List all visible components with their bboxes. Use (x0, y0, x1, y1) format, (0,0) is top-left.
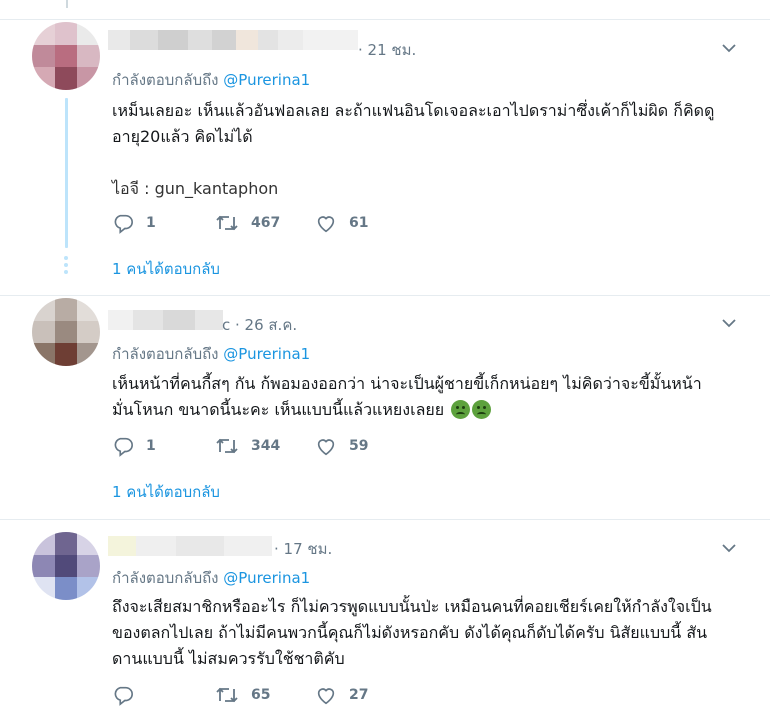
replying-to: กำลังตอบกลับถึง @Purerina1 (112, 342, 310, 366)
avatar-pixel (77, 44, 100, 68)
avatar-pixel (54, 44, 78, 68)
reply-icon (114, 214, 133, 234)
avatar-pixel (77, 532, 100, 555)
tweet-text-line: เห็นหน้าที่คนกี้สๆ กัน ก้พอมองออกว่า น่า… (112, 374, 702, 393)
show-replies-link[interactable]: 1 คนได้ตอบกลับ (112, 257, 220, 281)
tweet[interactable]: · 17 ชม. กำลังตอบกลับถึง @Purerina1 ถึงจ… (0, 520, 770, 706)
like-count: 61 (349, 215, 369, 231)
retweet-button[interactable]: 467 (215, 212, 280, 234)
retweet-count: 344 (251, 438, 281, 454)
chevron-down-icon[interactable] (722, 41, 736, 55)
timestamp[interactable]: · 17 ชม. (274, 537, 332, 561)
avatar-pixel (77, 67, 100, 90)
replying-prefix: กำลังตอบกลับถึง (112, 345, 219, 363)
tweet-text-line (112, 150, 742, 176)
like-icon (317, 688, 335, 705)
replying-to: กำลังตอบกลับถึง @Purerina1 (112, 68, 310, 92)
tweet-text-line-content: มั่นโหนก ขนาดนี้นะคะ เห็นแบบนี้แล้วแหยงเ… (112, 400, 445, 419)
replying-prefix: กำลังตอบกลับถึง (112, 569, 219, 587)
like-button[interactable]: 59 (315, 435, 368, 457)
avatar[interactable] (32, 298, 100, 366)
tweet-text: ถึงจะเสียสมาชิกหรืออะไร ก็ไม่ควรพูดแบบนั… (112, 594, 742, 672)
avatar-pixel (77, 320, 100, 344)
avatar-pixel (32, 320, 55, 344)
reply-button[interactable]: 1 (112, 435, 156, 457)
timestamp[interactable]: · 21 ชม. (358, 38, 416, 62)
reply-icon (114, 437, 133, 457)
tweet-text: เหม็นเลยอะ เห็นแล้วอันฟอลเลย ละถ้าแฟนอิน… (112, 98, 742, 202)
like-button[interactable]: 61 (315, 212, 368, 234)
tweet-text-line: ถึงจะเสียสมาชิกหรืออะไร ก็ไม่ควรพูดแบบนั… (112, 597, 712, 616)
avatar-pixel (77, 298, 100, 321)
previous-tweet-edge (0, 0, 770, 20)
avatar-pixel (32, 343, 55, 366)
avatar[interactable] (32, 532, 100, 600)
avatar[interactable] (32, 22, 100, 90)
blurred-username[interactable] (108, 30, 358, 50)
blurred-username[interactable] (108, 536, 272, 556)
replying-prefix: กำลังตอบกลับถึง (112, 71, 219, 89)
like-button[interactable]: 27 (315, 684, 368, 706)
tweet[interactable]: · 21 ชม. กำลังตอบกลับถึง @Purerina1 เหม็… (0, 20, 770, 296)
tweet-text-line: เหม็นเลยอะ เห็นแล้วอันฟอลเลย ละถ้าแฟนอิน… (112, 101, 715, 120)
avatar-pixel (77, 343, 100, 366)
like-icon (317, 216, 335, 233)
replying-handle-link[interactable]: @Purerina1 (223, 345, 310, 363)
tweet-text-line: ของตลกไปเลย ถ้าไม่มีคนพวกนี้คุณก็ไม่ดังห… (112, 623, 708, 642)
tweet-text-line: ไอจี : gun_kantaphon (112, 179, 279, 198)
avatar-pixel (54, 22, 78, 45)
avatar-pixel (32, 22, 55, 45)
thread-dots (64, 256, 69, 277)
nauseated-face-icon (451, 400, 471, 419)
avatar-pixel (32, 532, 55, 555)
reply-button[interactable]: 1 (112, 212, 156, 234)
retweet-count: 467 (251, 215, 281, 231)
like-count: 27 (349, 687, 369, 703)
retweet-count: 65 (251, 687, 271, 703)
tweet-text-line: อายุ20แล้ว คิดไม่ได้ (112, 127, 253, 146)
avatar-pixel (54, 554, 78, 578)
like-count: 59 (349, 438, 369, 454)
reply-button[interactable] (112, 684, 146, 706)
avatar-pixel (54, 343, 78, 366)
avatar-pixel (54, 320, 78, 344)
avatar-pixel (32, 298, 55, 321)
like-icon (317, 439, 335, 456)
thread-line (65, 98, 68, 248)
avatar-pixel (77, 577, 100, 600)
avatar-pixel (32, 554, 55, 578)
retweet-icon (216, 438, 238, 454)
reply-icon (114, 686, 133, 706)
avatar-pixel (32, 67, 55, 90)
timestamp[interactable]: c · 26 ส.ค. (222, 313, 297, 337)
avatar-pixel (54, 67, 78, 90)
avatar-pixel (32, 577, 55, 600)
retweet-button[interactable]: 344 (215, 435, 280, 457)
chevron-down-icon[interactable] (722, 541, 736, 555)
tweet-text-line: ดานแบบนี้ ไม่สมควรรับใช้ชาติคับ (112, 649, 345, 668)
chevron-down-icon[interactable] (722, 316, 736, 330)
tweet-text: เห็นหน้าที่คนกี้สๆ กัน ก้พอมองออกว่า น่า… (112, 371, 742, 423)
replying-to: กำลังตอบกลับถึง @Purerina1 (112, 566, 310, 590)
retweet-button[interactable]: 65 (215, 684, 270, 706)
avatar-pixel (32, 44, 55, 68)
blurred-username[interactable] (108, 310, 223, 330)
reply-count: 1 (146, 438, 156, 454)
avatar-pixel (54, 298, 78, 321)
tweet[interactable]: c · 26 ส.ค. กำลังตอบกลับถึง @Purerina1 เ… (0, 296, 770, 520)
reply-count: 1 (146, 215, 156, 231)
tweet-text-line: มั่นโหนก ขนาดนี้นะคะ เห็นแบบนี้แล้วแหยงเ… (112, 397, 742, 423)
avatar-pixel (77, 554, 100, 578)
nauseated-face-icon (472, 400, 492, 419)
retweet-icon (216, 215, 238, 231)
replying-handle-link[interactable]: @Purerina1 (223, 569, 310, 587)
avatar-pixel (54, 532, 78, 555)
avatar-pixel (77, 22, 100, 45)
replying-handle-link[interactable]: @Purerina1 (223, 71, 310, 89)
avatar-pixel (54, 577, 78, 600)
show-replies-link[interactable]: 1 คนได้ตอบกลับ (112, 480, 220, 504)
retweet-icon (216, 687, 238, 703)
